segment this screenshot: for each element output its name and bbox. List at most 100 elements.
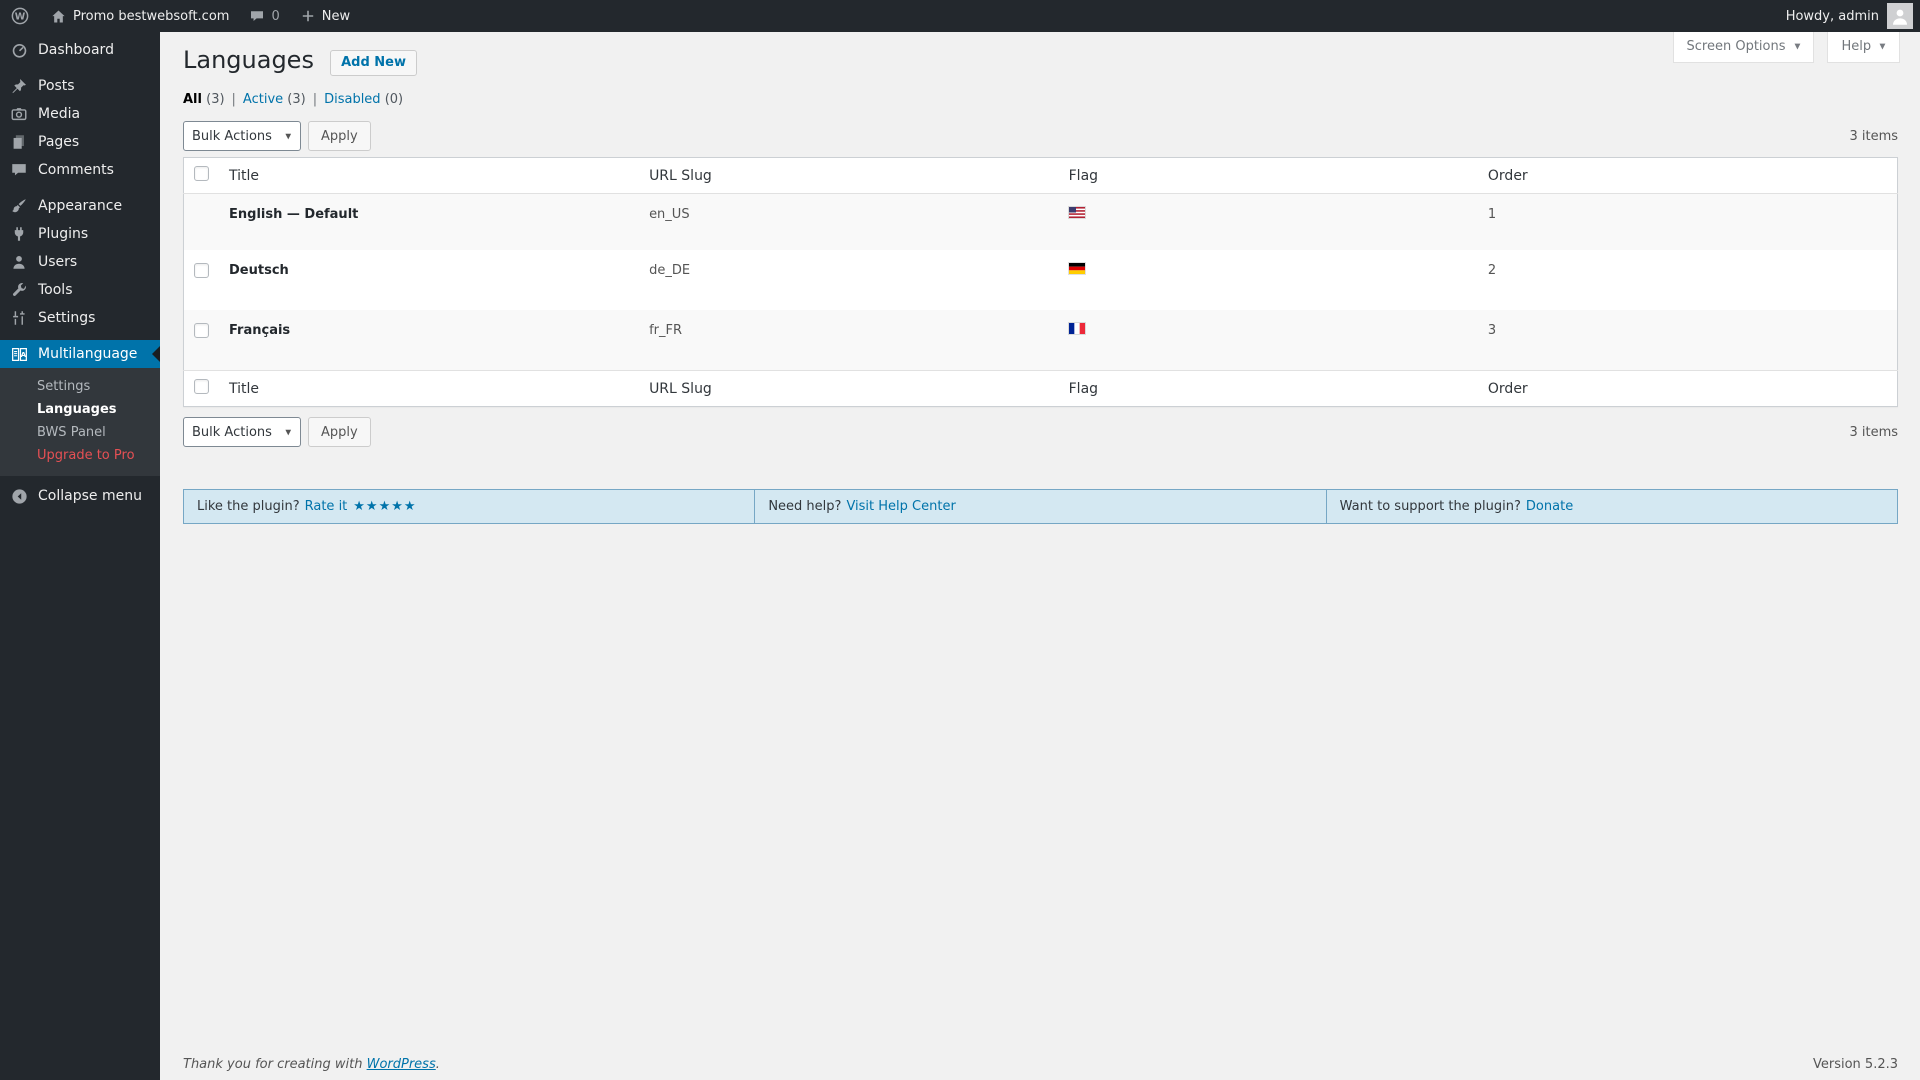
sidebar-subitem-ml-settings[interactable]: Settings	[0, 375, 160, 398]
sidebar-item-label: Appearance	[38, 198, 122, 214]
column-header-url-slug: URL Slug	[639, 158, 1059, 194]
filter-label: All	[183, 92, 202, 107]
language-title-cell: Deutsch	[219, 250, 639, 310]
sidebar-item-posts[interactable]: Posts	[0, 72, 160, 100]
info-cell-rate: Like the plugin?Rate it★★★★★	[184, 490, 755, 523]
row-check-column	[184, 194, 220, 251]
url-slug-cell: fr_FR	[639, 310, 1059, 371]
language-title: Deutsch	[229, 263, 289, 278]
page-title: Languages	[183, 42, 314, 80]
collapse-arrow-icon	[9, 486, 29, 506]
column-header-title[interactable]: Title	[219, 158, 639, 194]
info-text: Want to support the plugin?	[1340, 499, 1521, 514]
bulk-actions-select-wrap-bottom: Bulk Actions	[183, 417, 301, 447]
apply-button-top[interactable]: Apply	[308, 121, 371, 151]
footer-thanks: Thank you for creating with WordPress.	[183, 1057, 440, 1072]
footer-version: Version 5.2.3	[1813, 1057, 1898, 1072]
de-flag	[1069, 263, 1085, 274]
apply-button-bottom[interactable]: Apply	[308, 417, 371, 447]
svg-text:A: A	[20, 350, 26, 359]
filter-count: (3)	[202, 92, 225, 107]
filter-links: All (3)|Active (3)|Disabled (0)	[183, 92, 1898, 107]
table-head: TitleURL SlugFlagOrder	[184, 158, 1898, 194]
screen-options-tab[interactable]: Screen Options	[1673, 32, 1815, 63]
column-header-title[interactable]: Title	[219, 371, 639, 407]
bulk-actions-select[interactable]: Bulk Actions	[183, 121, 301, 151]
sidebar-item-tools[interactable]: Tools	[0, 276, 160, 304]
filter-all[interactable]: All (3)	[183, 92, 225, 107]
comment-icon	[9, 160, 29, 180]
collapse-menu-button[interactable]: Collapse menu	[0, 482, 160, 510]
bulk-actions-select-bottom[interactable]: Bulk Actions	[183, 417, 301, 447]
footer-thanks-text: Thank you for creating with	[183, 1057, 362, 1072]
wrench-icon	[9, 280, 29, 300]
sidebar-menu: Dashboard Posts Media Pages Comments Appearan…	[0, 32, 160, 476]
sidebar-item-label: Pages	[38, 134, 79, 150]
comment-bubble-icon	[249, 8, 265, 24]
sidebar-item-appearance[interactable]: Appearance	[0, 192, 160, 220]
select-all-column-top	[184, 158, 220, 194]
column-header-flag: Flag	[1059, 158, 1478, 194]
current-menu-arrow	[144, 346, 160, 362]
sidebar-item-dashboard[interactable]: Dashboard	[0, 36, 160, 64]
comments-menu[interactable]: 0	[239, 0, 289, 32]
filter-label: Disabled	[324, 92, 380, 107]
rating-stars[interactable]: ★★★★★	[353, 499, 416, 514]
filter-label: Active	[243, 92, 283, 107]
help-tab[interactable]: Help	[1827, 32, 1900, 63]
languages-table: TitleURL SlugFlagOrder English — Default…	[183, 157, 1898, 407]
my-account-menu[interactable]: Howdy, admin	[1776, 3, 1920, 29]
row-check-column	[184, 250, 220, 310]
sidebar-subitem-ml-upgrade[interactable]: Upgrade to Pro	[0, 444, 160, 467]
sidebar-item-plugins[interactable]: Plugins	[0, 220, 160, 248]
new-content-menu[interactable]: New	[290, 0, 360, 32]
select-all-checkbox-top[interactable]	[194, 166, 209, 181]
row-check-column	[184, 310, 220, 371]
language-row: English — Defaulten_US1	[184, 194, 1898, 251]
column-header-order[interactable]: Order	[1478, 371, 1898, 407]
flag-cell	[1059, 310, 1478, 371]
sidebar-item-users[interactable]: Users	[0, 248, 160, 276]
add-new-button[interactable]: Add New	[330, 50, 417, 76]
sidebar-item-media[interactable]: Media	[0, 100, 160, 128]
plug-icon	[9, 224, 29, 244]
pages-icon	[9, 132, 29, 152]
info-link-help[interactable]: Visit Help Center	[846, 499, 955, 514]
new-label: New	[322, 9, 350, 24]
plus-icon	[300, 8, 316, 24]
row-checkbox[interactable]	[194, 323, 209, 338]
sidebar-item-label: Comments	[38, 162, 114, 178]
info-link-rate[interactable]: Rate it	[305, 499, 348, 514]
page-wrap: Languages Add New All (3)|Active (3)|Dis…	[183, 42, 1898, 524]
order-cell: 2	[1478, 250, 1898, 310]
sidebar-item-multilanguage[interactable]: AMultilanguage	[0, 340, 160, 368]
info-cell-donate: Want to support the plugin? Donate	[1327, 490, 1897, 523]
fr-flag	[1069, 323, 1085, 334]
filter-disabled[interactable]: Disabled (0)	[324, 92, 403, 107]
sidebar-subitem-ml-languages[interactable]: Languages	[0, 398, 160, 421]
sidebar-item-label: Media	[38, 106, 80, 122]
site-name-menu[interactable]: Promo bestwebsoft.com	[40, 0, 239, 32]
sidebar-subitem-ml-bws-panel[interactable]: BWS Panel	[0, 421, 160, 444]
filter-active[interactable]: Active (3)	[243, 92, 306, 107]
wordpress-link[interactable]: WordPress	[367, 1057, 436, 1072]
url-slug-cell: de_DE	[639, 250, 1059, 310]
row-checkbox[interactable]	[194, 263, 209, 278]
wordpress-logo-menu[interactable]: W	[0, 0, 40, 32]
info-link-donate[interactable]: Donate	[1526, 499, 1573, 514]
column-header-order[interactable]: Order	[1478, 158, 1898, 194]
admin-bar: W Promo bestwebsoft.com 0 New Howdy, adm…	[0, 0, 1920, 32]
collapse-menu-label: Collapse menu	[38, 488, 142, 504]
comment-count: 0	[271, 9, 279, 24]
admin-sidebar: Dashboard Posts Media Pages Comments Appearan…	[0, 32, 160, 1080]
sidebar-item-settings[interactable]: Settings	[0, 304, 160, 332]
filter-separator: |	[232, 92, 236, 107]
media-icon	[9, 104, 29, 124]
sidebar-item-pages[interactable]: Pages	[0, 128, 160, 156]
sidebar-item-comments[interactable]: Comments	[0, 156, 160, 184]
howdy-text: Howdy, admin	[1786, 9, 1879, 24]
language-title-cell: Français	[219, 310, 639, 371]
paintbrush-icon	[9, 196, 29, 216]
select-all-checkbox-bottom[interactable]	[194, 379, 209, 394]
help-label: Help	[1841, 39, 1871, 54]
